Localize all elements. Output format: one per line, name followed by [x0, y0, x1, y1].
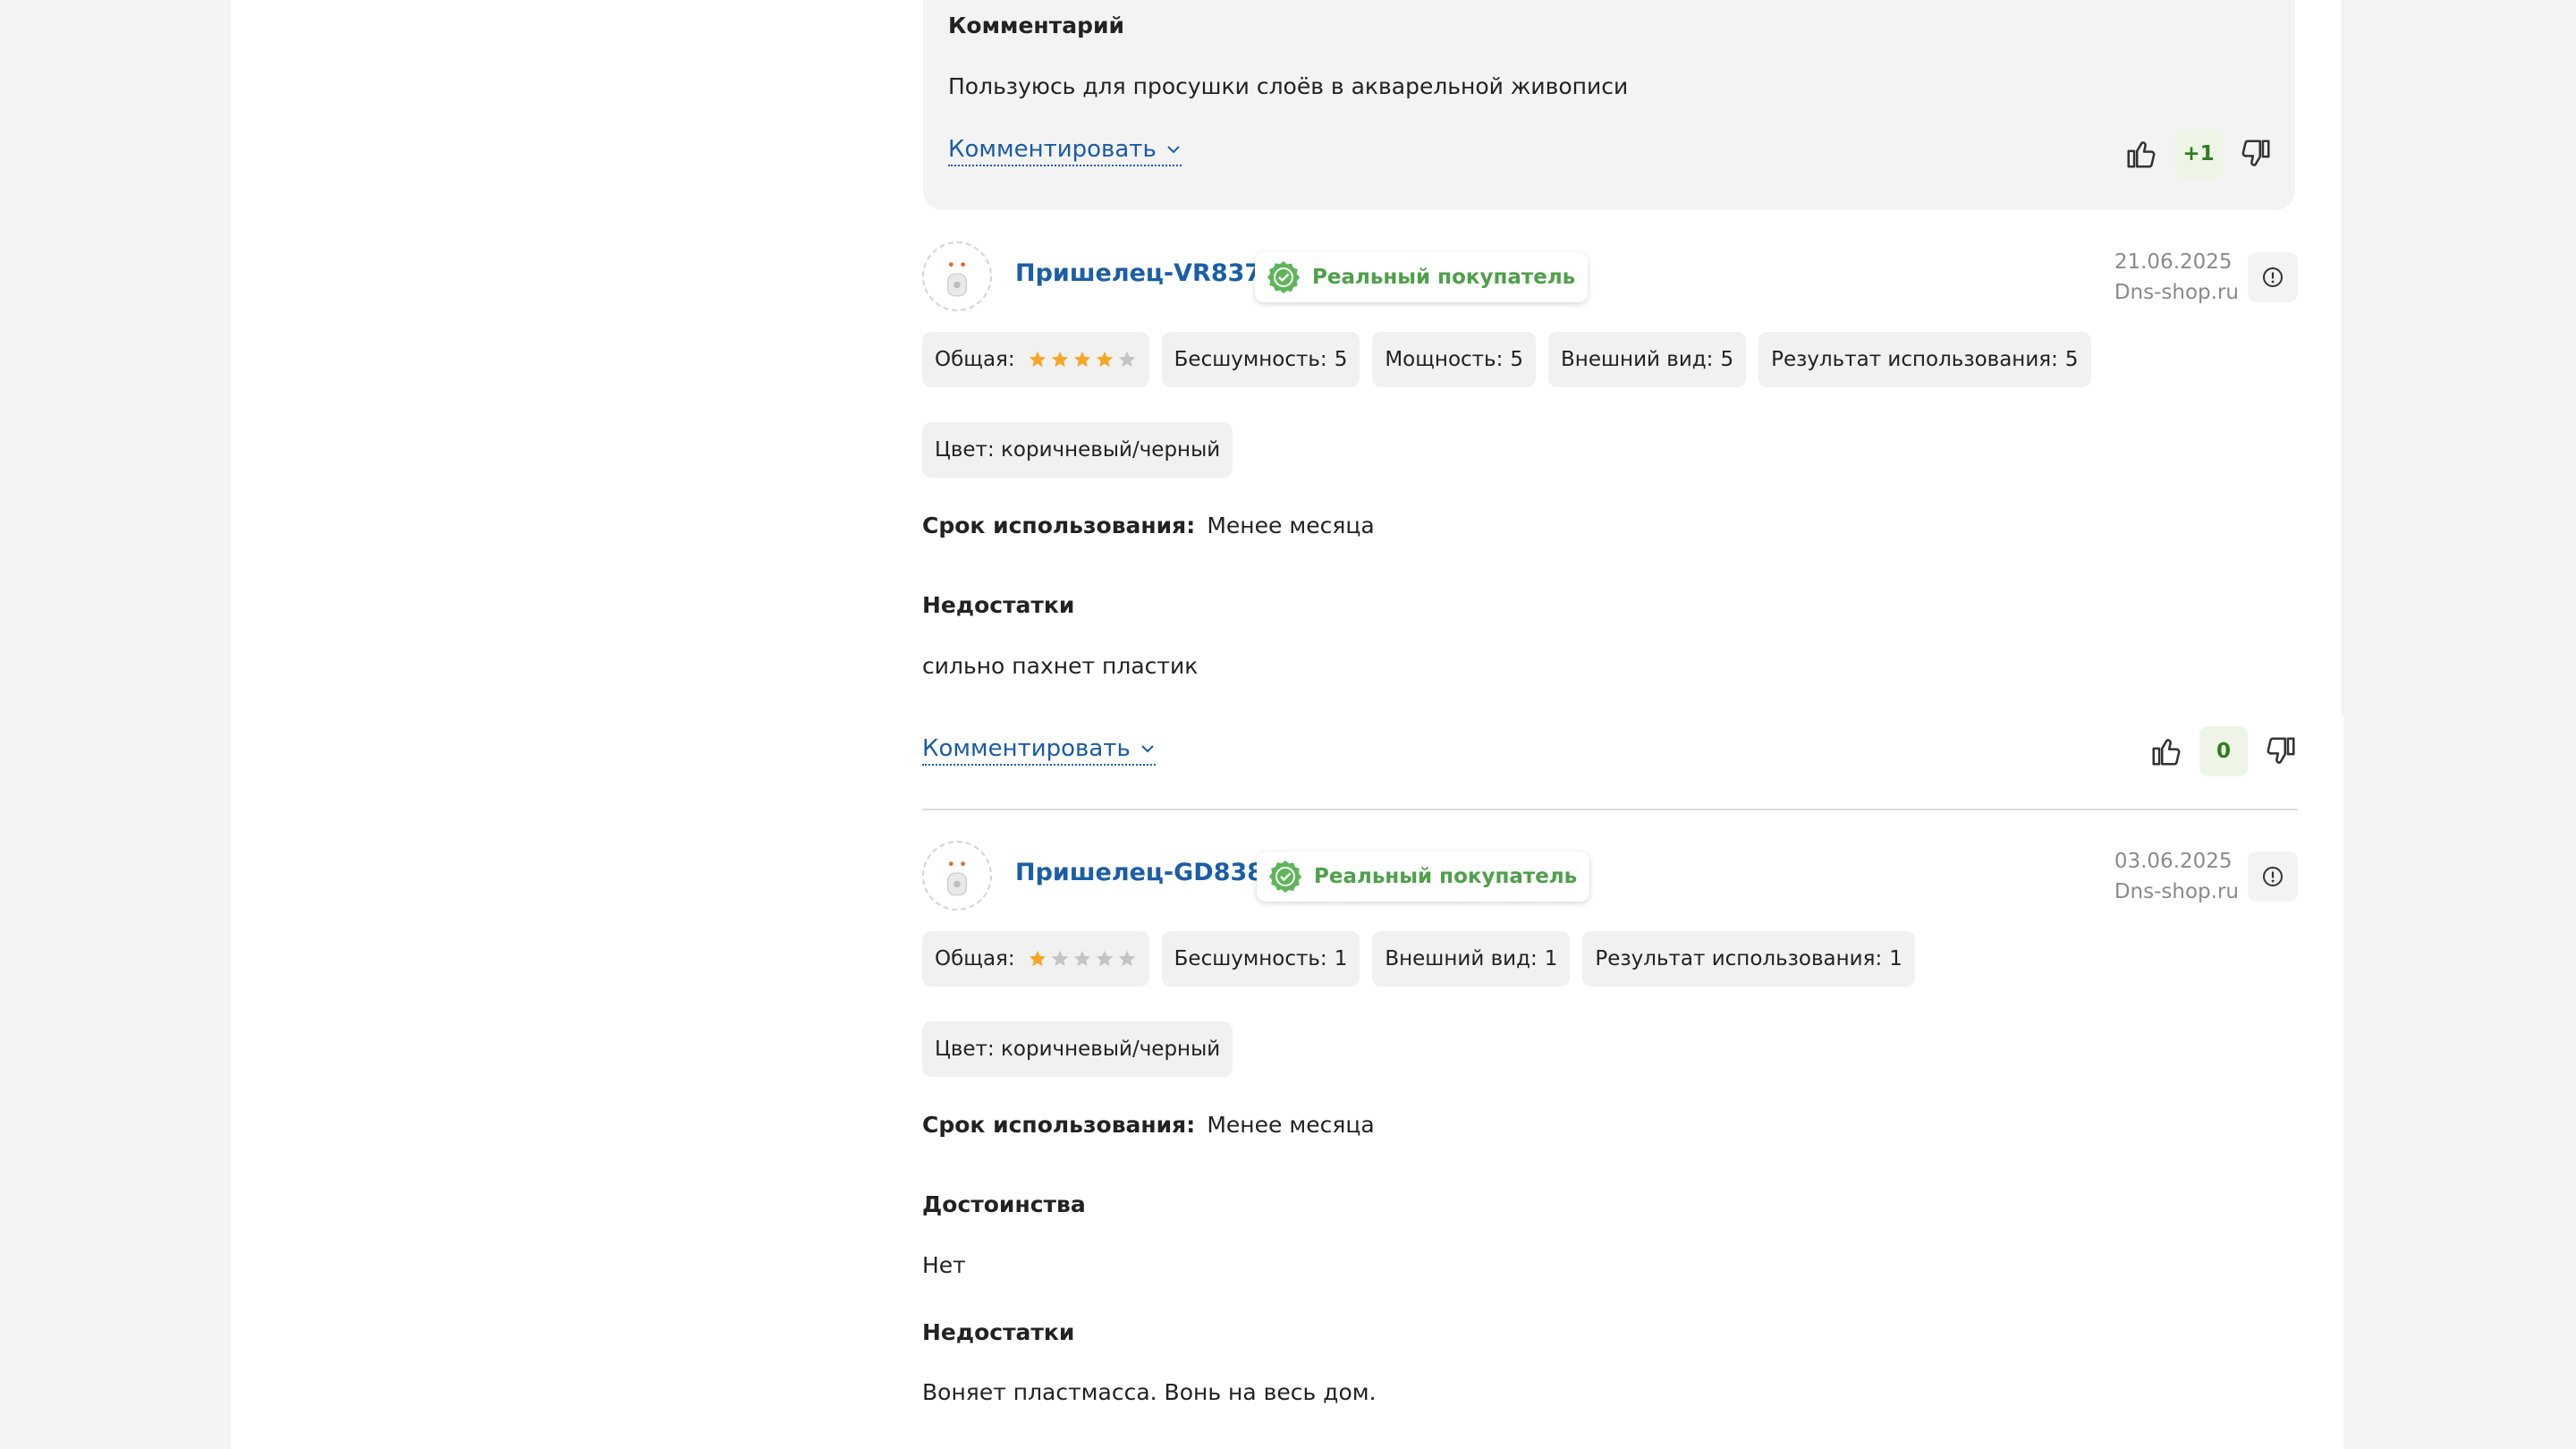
- variant-chips: Цвет: коричневый/черный: [922, 422, 1233, 478]
- review-card: Пришелец-VR83793 Реальный покупатель 21.…: [922, 242, 2298, 778]
- rating-value: 1: [1334, 947, 1348, 970]
- comment-button-label: Комментировать: [922, 735, 1131, 762]
- cons-heading: Недостатки: [922, 1319, 1075, 1345]
- rating-label: Бесшумность:: [1174, 348, 1327, 371]
- star-icon: [1051, 351, 1068, 368]
- cons-heading: Недостатки: [922, 592, 1075, 618]
- usage-label: Срок использования:: [922, 1112, 1196, 1138]
- review-source: Dns-shop.ru: [2114, 281, 2239, 304]
- cons-text: сильно пахнет пластик: [922, 653, 1199, 679]
- usage-value: Менее месяца: [1207, 513, 1375, 538]
- review-date: 03.06.2025: [2114, 850, 2233, 873]
- review-meta: 03.06.2025 Dns-shop.ru: [2114, 846, 2239, 907]
- rating-chip: Внешний вид: 1: [1372, 931, 1571, 987]
- info-icon: [2263, 267, 2283, 287]
- star-icon: [1118, 950, 1135, 967]
- comment-button[interactable]: Комментировать: [922, 735, 1156, 766]
- chevron-down-icon: [1141, 745, 1154, 753]
- star-icon: [1118, 351, 1135, 368]
- vote-count: 0: [2199, 726, 2248, 776]
- info-icon: [2263, 867, 2283, 886]
- pros-text: Нет: [922, 1252, 966, 1278]
- rating-value: 5: [1720, 348, 1734, 371]
- overall-rating-chip: Общая:: [922, 332, 1149, 387]
- usage-period: Срок использования: Менее месяца: [922, 1112, 1375, 1138]
- rating-label: Результат использования:: [1771, 348, 2058, 371]
- star-icon: [1073, 351, 1090, 368]
- rating-chip: Бесшумность: 5: [1161, 332, 1360, 387]
- star-icon: [1073, 950, 1090, 967]
- review-date: 21.06.2025: [2114, 250, 2233, 274]
- usage-period: Срок использования: Менее месяца: [922, 513, 1375, 538]
- variant-chips: Цвет: коричневый/черный: [922, 1021, 1233, 1077]
- rating-chips: Общая: Бесшумность: 5 Мощность: 5 Внешний …: [922, 332, 2091, 387]
- thumbs-down-icon[interactable]: [2239, 137, 2273, 171]
- avatar[interactable]: [922, 242, 992, 311]
- previous-review-card: Комментарий Пользуюсь для просушки слоёв…: [923, 0, 2295, 210]
- overall-label: Общая:: [935, 348, 1015, 371]
- rating-chip: Бесшумность: 1: [1161, 931, 1360, 987]
- review-card: Пришелец-GD83831 Реальный покупатель 03.…: [922, 841, 2298, 1449]
- badge-label: Реальный покупатель: [1314, 865, 1578, 888]
- rating-label: Бесшумность:: [1174, 947, 1327, 970]
- cons-text: Воняет пластмасса. Вонь на весь дом.: [922, 1379, 1377, 1405]
- thumbs-up-icon[interactable]: [2124, 137, 2158, 171]
- star-icon: [1096, 950, 1113, 967]
- rating-label: Внешний вид:: [1561, 348, 1714, 371]
- overall-label: Общая:: [935, 947, 1015, 970]
- star-icon: [1051, 950, 1068, 967]
- verified-buyer-badge: Реальный покупатель: [1255, 252, 1589, 302]
- usage-value: Менее месяца: [1207, 1112, 1375, 1138]
- review-meta: 21.06.2025 Dns-shop.ru: [2114, 247, 2239, 308]
- rating-chip: Результат использования: 1: [1582, 931, 1915, 987]
- report-button[interactable]: [2248, 852, 2298, 902]
- rating-label: Результат использования:: [1595, 947, 1883, 970]
- overall-rating-chip: Общая:: [922, 931, 1149, 987]
- comment-heading: Комментарий: [948, 13, 1124, 38]
- rating-chips: Общая: Бесшумность: 1 Внешний вид: 1 Резул…: [922, 931, 1915, 987]
- rating-value: 1: [1544, 947, 1558, 970]
- vote-controls: 0: [2149, 726, 2298, 776]
- rating-value: 5: [1510, 348, 1524, 371]
- star-icon: [1029, 351, 1046, 368]
- review-source: Dns-shop.ru: [2114, 880, 2239, 903]
- star-rating: [1028, 350, 1137, 369]
- author-name[interactable]: Пришелец-VR83793: [1015, 259, 1295, 287]
- rating-label: Внешний вид:: [1385, 947, 1538, 970]
- pros-heading: Достоинства: [922, 1191, 1086, 1217]
- star-icon: [1029, 950, 1046, 967]
- rating-value: 1: [1889, 947, 1902, 970]
- thumbs-up-icon[interactable]: [2149, 734, 2183, 768]
- vote-controls: +1: [2124, 129, 2273, 179]
- comment-button-label: Комментировать: [948, 136, 1157, 163]
- rating-chip: Результат использования: 5: [1758, 332, 2091, 387]
- rating-label: Мощность:: [1385, 348, 1504, 371]
- color-chip: Цвет: коричневый/черный: [922, 422, 1233, 478]
- rating-chip: Внешний вид: 5: [1548, 332, 1747, 387]
- comment-button[interactable]: Комментировать: [948, 136, 1182, 166]
- rating-value: 5: [1334, 348, 1348, 371]
- avatar[interactable]: [922, 841, 992, 911]
- star-rating: [1028, 949, 1137, 969]
- verified-icon: [1267, 261, 1301, 293]
- author-name[interactable]: Пришелец-GD83831: [1015, 859, 1298, 886]
- usage-label: Срок использования:: [922, 513, 1196, 538]
- alien-avatar-icon: [946, 861, 968, 896]
- comment-text: Пользуюсь для просушки слоёв в акварельн…: [948, 73, 1629, 99]
- rating-value: 5: [2064, 348, 2079, 371]
- badge-label: Реальный покупатель: [1312, 266, 1576, 289]
- alien-avatar-icon: [946, 262, 968, 297]
- star-icon: [1096, 351, 1113, 368]
- verified-icon: [1268, 860, 1302, 893]
- verified-buyer-badge: Реальный покупатель: [1257, 852, 1590, 902]
- report-button[interactable]: [2248, 252, 2298, 302]
- vote-count: +1: [2174, 129, 2223, 179]
- color-chip: Цвет: коричневый/черный: [922, 1021, 1233, 1077]
- chevron-down-icon: [1167, 146, 1180, 154]
- thumbs-down-icon[interactable]: [2264, 734, 2298, 768]
- review-divider: [922, 809, 2298, 810]
- rating-chip: Мощность: 5: [1372, 332, 1537, 387]
